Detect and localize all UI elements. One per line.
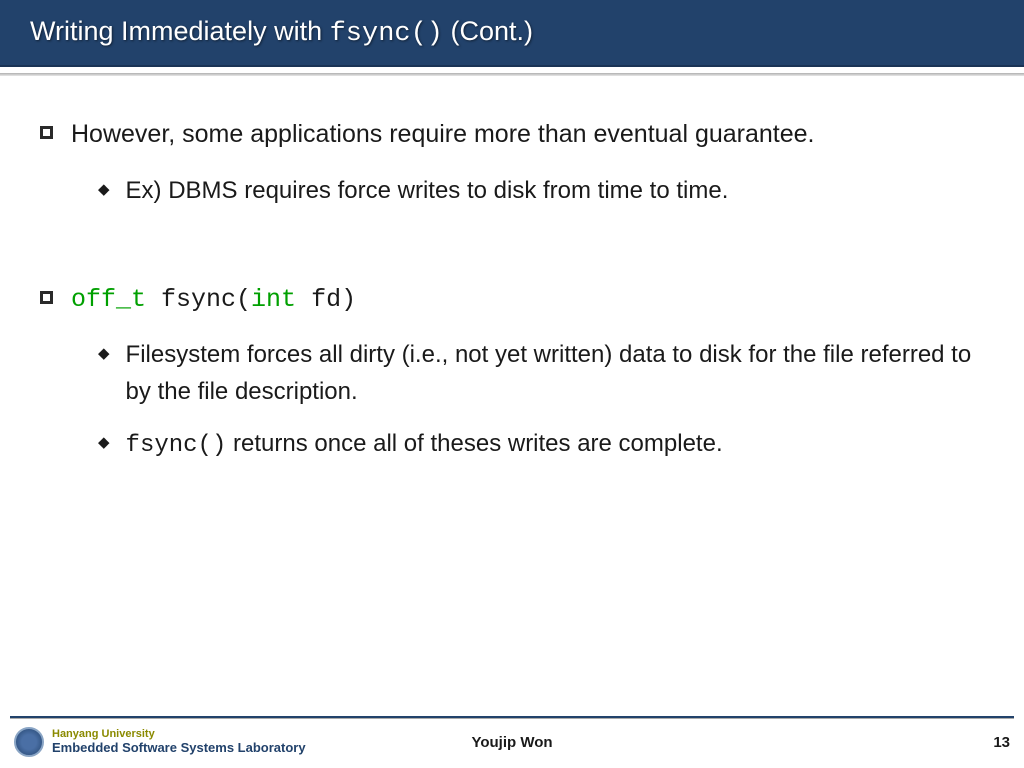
author-name: Youjip Won: [471, 734, 552, 751]
sig-return-type: off_t: [71, 285, 146, 314]
footer-divider: [10, 716, 1014, 719]
sig-rest: fd): [296, 285, 356, 314]
title-post: (Cont.): [443, 16, 533, 46]
page-number: 13: [993, 734, 1010, 751]
bullet-2-signature: off_t fsync(int fd): [71, 281, 356, 319]
sub2-code: fsync(): [126, 432, 227, 459]
bullet-2: off_t fsync(int fd): [40, 281, 984, 319]
square-bullet-icon: [40, 291, 53, 304]
bullet-2-sub-2: ◆ fsync() returns once all of theses wri…: [98, 425, 984, 464]
university-seal-icon: [14, 727, 44, 757]
diamond-bullet-icon: ◆: [98, 344, 110, 362]
bullet-1-sub-1: ◆ Ex) DBMS requires force writes to disk…: [98, 172, 984, 209]
lab-name: Embedded Software Systems Laboratory: [52, 741, 306, 755]
bullet-1-sub-1-text: Ex) DBMS requires force writes to disk f…: [126, 172, 729, 209]
square-bullet-icon: [40, 126, 53, 139]
sub2-rest: returns once all of theses writes are co…: [226, 430, 722, 457]
bullet-2-sub-1: ◆ Filesystem forces all dirty (i.e., not…: [98, 336, 984, 410]
bullet-1: However, some applications require more …: [40, 116, 984, 154]
slide-header: Writing Immediately with fsync() (Cont.): [0, 0, 1024, 67]
sig-param-type: int: [251, 285, 296, 314]
title-code: fsync(): [330, 19, 443, 49]
bullet-2-sub-2-text: fsync() returns once all of theses write…: [126, 425, 723, 464]
diamond-bullet-icon: ◆: [98, 180, 110, 198]
bullet-2-sub-1-text: Filesystem forces all dirty (i.e., not y…: [126, 336, 984, 410]
slide-footer: Hanyang University Embedded Software Sys…: [0, 716, 1024, 768]
title-pre: Writing Immediately with: [30, 16, 330, 46]
footer-logo: Hanyang University Embedded Software Sys…: [14, 727, 306, 757]
slide-content: However, some applications require more …: [0, 76, 1024, 464]
bullet-1-text: However, some applications require more …: [71, 116, 815, 154]
diamond-bullet-icon: ◆: [98, 433, 110, 451]
sig-func: fsync(: [146, 285, 251, 314]
